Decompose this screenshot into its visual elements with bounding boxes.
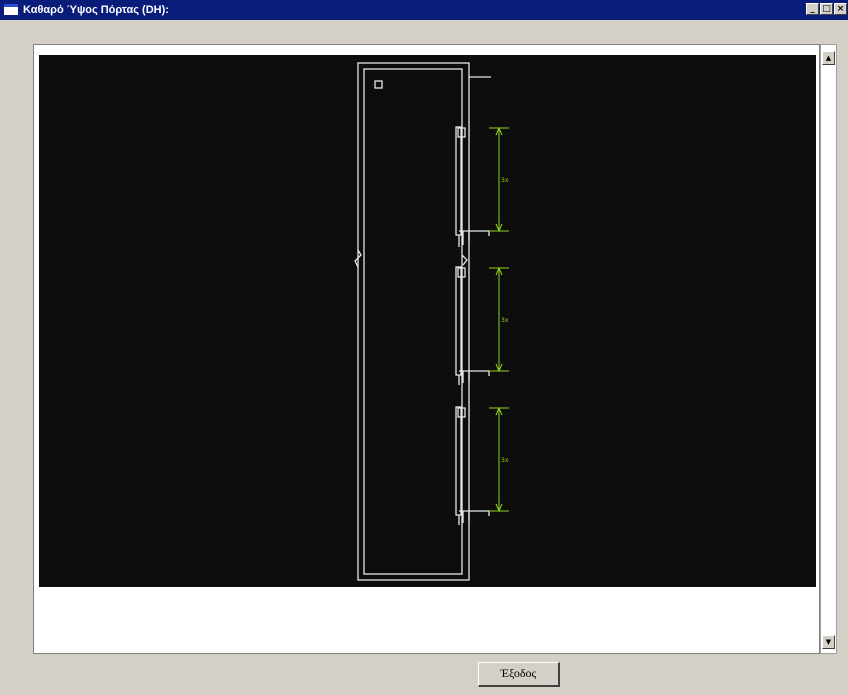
hinge-strip-3: [455, 406, 462, 516]
maximize-button[interactable]: □: [820, 3, 833, 15]
title-bar[interactable]: Καθαρό Ύψος Πόρτας (DH): _ □ ×: [0, 0, 848, 20]
scroll-down-arrow-icon[interactable]: ▼: [822, 635, 835, 649]
dim-2-label: 3x: [501, 317, 509, 324]
hinge-strip-1: [455, 126, 462, 236]
door-frame-inner: [363, 68, 463, 575]
drawing-panel: 3x 3x 3x: [33, 44, 820, 654]
window-icon: [4, 4, 18, 15]
dialog-window: Καθαρό Ύψος Πόρτας (DH): _ □ × 3x 3x 3x …: [0, 0, 848, 695]
door-drawing-canvas[interactable]: 3x 3x 3x: [39, 55, 816, 587]
hinge-bracket-2: [458, 370, 490, 385]
vertical-scrollbar[interactable]: ▲ ▼: [820, 44, 837, 654]
door-drawing: 3x 3x 3x: [354, 62, 509, 581]
exit-button[interactable]: Έξοδος: [478, 662, 560, 687]
dim-1-label: 3x: [501, 177, 509, 184]
hinge-bracket-1: [458, 230, 490, 247]
corner-marker: [374, 80, 383, 89]
door-frame-outer: [357, 62, 470, 581]
hinge-bracket-3: [458, 510, 490, 525]
dim-3-label: 3x: [501, 457, 509, 464]
scroll-up-arrow-icon[interactable]: ▲: [822, 51, 835, 65]
minimize-button[interactable]: _: [806, 3, 819, 15]
hinge-strip-2: [455, 266, 462, 376]
close-button[interactable]: ×: [834, 3, 847, 15]
window-title: Καθαρό Ύψος Πόρτας (DH):: [23, 4, 169, 16]
break-symbol-right: [461, 254, 468, 266]
